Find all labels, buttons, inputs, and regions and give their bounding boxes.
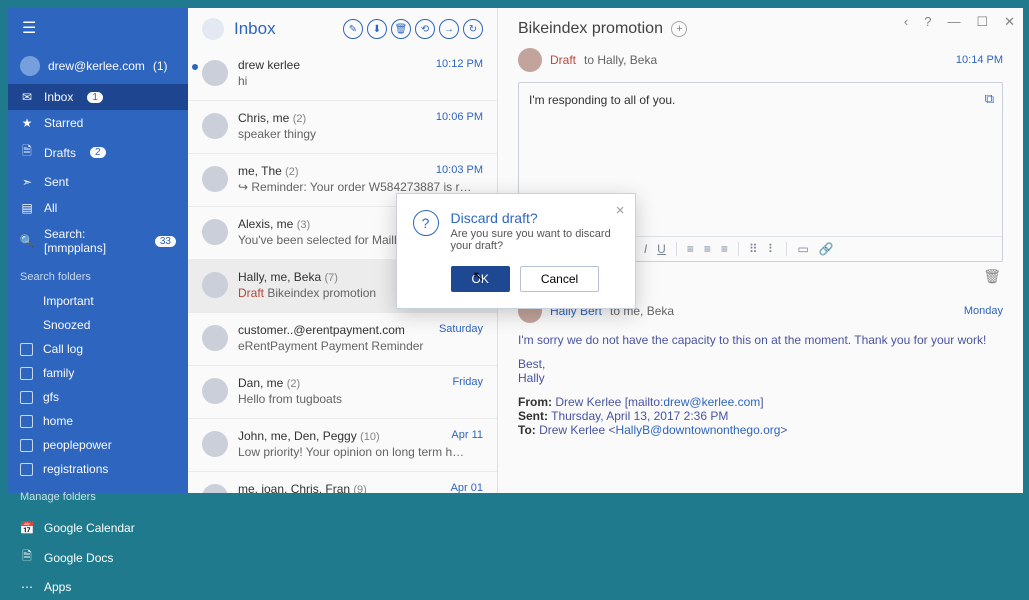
bottom-link[interactable]: ⋯ Apps xyxy=(8,574,188,600)
bottom-link[interactable]: 🗎 Google Docs xyxy=(8,541,188,574)
ok-button[interactable]: OK xyxy=(451,266,510,292)
discard-draft-dialog: × ? Discard draft? Are you sure you want… xyxy=(396,193,636,309)
bottom-icon: ⋯ xyxy=(20,580,34,594)
dialog-title: Discard draft? xyxy=(451,210,619,226)
bottom-icon: 🗎 xyxy=(20,547,34,568)
bottom-label: Apps xyxy=(44,580,71,594)
bottom-label: Google Calendar xyxy=(44,521,135,535)
bottom-label: Google Docs xyxy=(44,551,113,565)
dialog-close-icon[interactable]: × xyxy=(616,202,625,219)
cancel-button[interactable]: Cancel xyxy=(520,266,599,292)
bottom-icon: 📅 xyxy=(20,521,34,535)
dialog-text: Are you sure you want to discard your dr… xyxy=(451,228,619,252)
question-icon: ? xyxy=(413,210,439,236)
bottom-link[interactable]: 📅 Google Calendar xyxy=(8,515,188,541)
